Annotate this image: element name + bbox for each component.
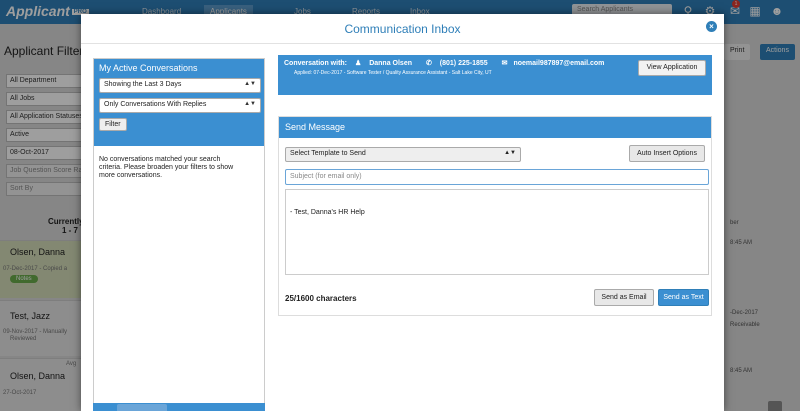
applicant-phone: ✆ (801) 225-1855 [425,60,488,67]
user-icon: ♟ [354,60,362,67]
envelope-icon: ✉ [501,60,508,67]
chevron-down-icon: ▲▼ [244,101,256,107]
message-body-textarea[interactable]: - Test, Danna's HR Help [285,189,709,275]
conversation-type-select[interactable]: Only Conversations With Replies ▲▼ [99,98,261,113]
close-icon[interactable]: × [706,21,717,32]
phone-icon: ✆ [425,60,432,67]
date-range-select[interactable]: Showing the Last 3 Days ▲▼ [99,78,261,93]
conversation-header: Conversation with: ♟ Danna Olsen ✆ (801)… [278,55,712,95]
chevron-down-icon: ▲▼ [244,81,256,87]
view-application-button[interactable]: View Application [638,60,706,76]
empty-conversations-message: No conversations matched your search cri… [99,156,234,179]
applicant-email: ✉ noemail987897@email.com [501,60,605,67]
applicant-name: ♟ Danna Olsen [354,60,412,67]
filter-button[interactable]: Filter [99,118,127,131]
auto-insert-options-button[interactable]: Auto Insert Options [629,145,705,162]
active-conversations-panel: My Active Conversations Showing the Last… [93,58,265,411]
conversations-title: My Active Conversations [99,63,198,73]
send-message-panel: Send Message Select Template to Send ▲▼ A… [278,116,712,316]
send-as-email-button[interactable]: Send as Email [594,289,654,306]
subject-input[interactable]: Subject (for email only) [285,169,709,185]
template-select[interactable]: Select Template to Send ▲▼ [285,147,521,162]
conversations-footer [93,403,265,411]
footer-button[interactable] [117,404,167,411]
send-message-title: Send Message [279,117,711,138]
character-count: 25/1600 characters [285,294,357,303]
modal-title: Communication Inbox [344,22,461,36]
chevron-down-icon: ▲▼ [504,150,516,156]
conversation-label: Conversation with: [284,60,348,67]
send-as-text-button[interactable]: Send as Text [658,289,709,306]
communication-inbox-modal: Communication Inbox × My Active Conversa… [81,14,724,411]
conversations-filter-header: My Active Conversations Showing the Last… [94,59,264,146]
chat-icon[interactable] [768,401,782,411]
modal-header: Communication Inbox × [81,14,724,44]
